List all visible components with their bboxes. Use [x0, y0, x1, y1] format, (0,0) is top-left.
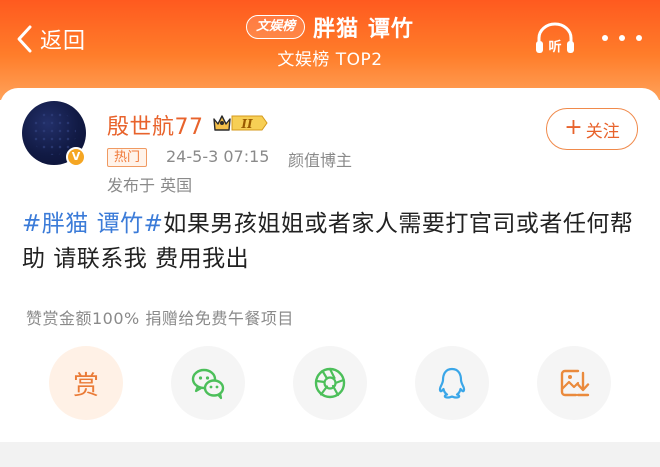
headphones-icon: 听 — [536, 22, 574, 55]
author-role: 颜值博主 — [288, 151, 353, 170]
post-body: #胖猫 谭竹#如果男孩姐姐或者家人需要打官司或者任何帮助 请联系我 费用我出 — [22, 207, 642, 277]
hot-tag: 热门 — [107, 148, 148, 167]
save-image-icon — [560, 369, 590, 397]
donation-note: 赞赏金额100% 捐赠给免费午餐项目 — [26, 309, 294, 328]
page-title: 胖猫 谭竹 — [313, 17, 414, 42]
topic-hashtag[interactable]: #胖猫 谭竹# — [22, 211, 163, 237]
vip-crown-badge: II — [213, 115, 268, 131]
ranking-badge: 文娱榜 — [246, 15, 306, 39]
moments-icon — [314, 367, 346, 399]
author-name[interactable]: 殷世航77 — [107, 109, 204, 141]
wechat-icon — [191, 368, 225, 400]
listen-button[interactable]: 听 — [532, 20, 578, 56]
more-dot-icon — [636, 35, 642, 41]
more-dot-icon — [602, 35, 608, 41]
share-qq-button[interactable] — [415, 346, 489, 420]
bottom-divider-bar — [0, 442, 660, 467]
more-options-button[interactable] — [602, 22, 642, 54]
post-card: V 殷世航77 II 热门 24-5-3 07:15 颜值博主 发布于 英国 +… — [0, 88, 660, 448]
post-location: 发布于 英国 — [107, 176, 193, 195]
plus-icon: + — [564, 115, 583, 140]
save-image-button[interactable] — [537, 346, 611, 420]
reward-label: 赏 — [72, 370, 99, 401]
reward-button[interactable]: 赏 — [49, 346, 123, 420]
share-actions: 赏 — [0, 346, 660, 426]
share-wechat-button[interactable] — [171, 346, 245, 420]
share-moments-button[interactable] — [293, 346, 367, 420]
follow-label: 关注 — [585, 121, 620, 142]
post-time: 24-5-3 07:15 — [166, 147, 270, 166]
vip-level: II — [240, 117, 253, 131]
follow-button[interactable]: + 关注 — [546, 108, 638, 150]
topic-header: 返回 文娱榜 胖猫 谭竹 文娱榜 TOP2 听 — [0, 0, 660, 100]
screen: 返回 文娱榜 胖猫 谭竹 文娱榜 TOP2 听 V 殷世航77 II 热门 24… — [0, 0, 660, 467]
listen-label: 听 — [548, 39, 561, 55]
qq-icon — [438, 367, 466, 399]
verified-badge: V — [66, 147, 86, 167]
more-dot-icon — [619, 35, 625, 41]
